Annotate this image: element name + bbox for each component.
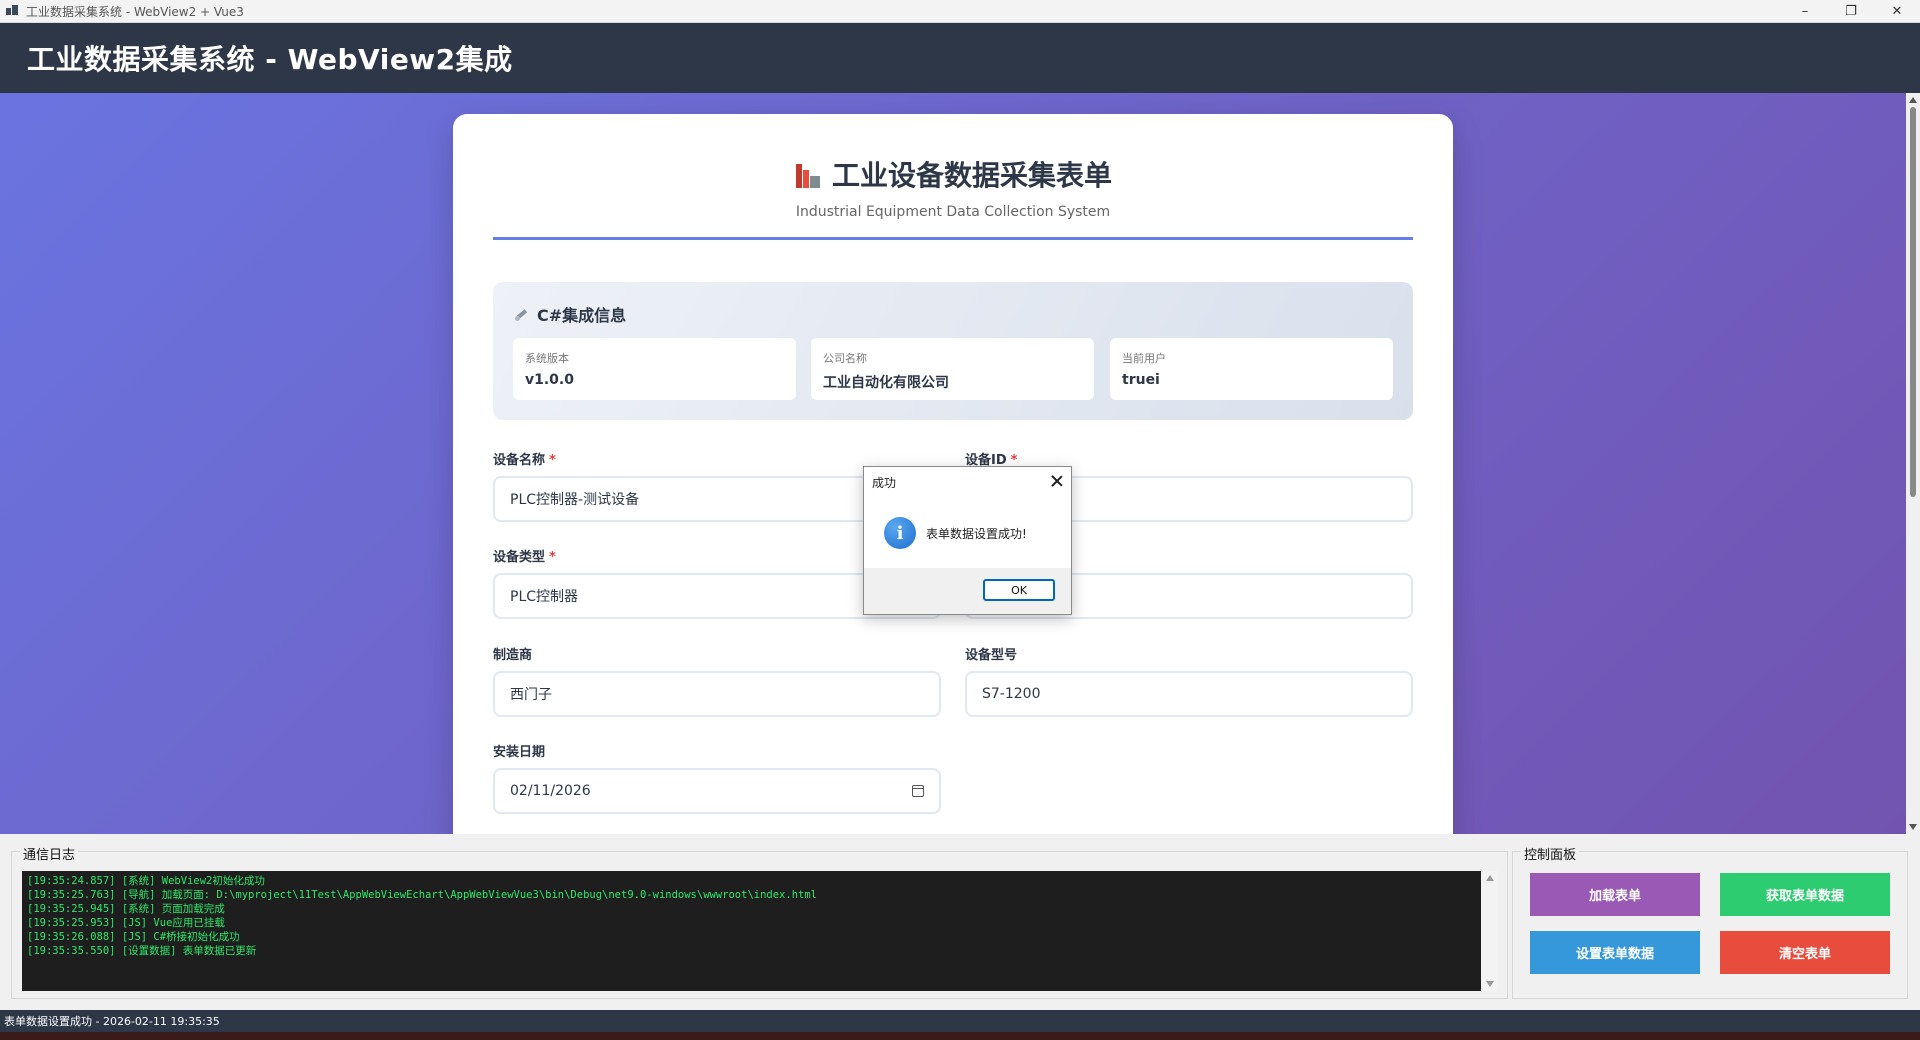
app-header-title: 工业数据采集系统 - WebView2集成: [27, 43, 513, 76]
info-company-name: 公司名称 工业自动化有限公司: [811, 338, 1094, 400]
dialog-body: i 表单数据设置成功!: [864, 497, 1071, 569]
dialog-title: 成功: [872, 475, 897, 490]
window-titlebar: 工业数据采集系统 - WebView2 + Vue3 – ❐ ✕: [0, 0, 1920, 23]
close-window-button[interactable]: ✕: [1874, 0, 1920, 23]
log-line: [19:35:25.763] [导航] 加载页面: D:\myproject\1…: [27, 889, 817, 901]
info-current-user: 当前用户 truei: [1110, 338, 1393, 400]
dialog-message: 表单数据设置成功!: [926, 526, 1027, 541]
info-value: 工业自动化有限公司: [823, 375, 949, 391]
manufacturer-input[interactable]: 西门子: [493, 671, 941, 717]
csharp-info-title-text: C#集成信息: [537, 306, 627, 325]
info-label: 当前用户: [1122, 352, 1166, 365]
satellite-icon: [515, 307, 529, 321]
device-type-label: 设备类型 *: [493, 550, 556, 565]
app-header: 工业数据采集系统 - WebView2集成: [0, 23, 1920, 93]
scroll-thumb[interactable]: [1910, 107, 1916, 497]
log-scroll-up-arrow[interactable]: [1486, 875, 1494, 881]
page-scrollbar[interactable]: [1906, 93, 1920, 834]
log-scrollbar[interactable]: [1481, 871, 1498, 991]
log-line: [19:35:25.945] [系统] 页面加载完成: [27, 903, 225, 915]
csharp-info-panel: C#集成信息 系统版本 v1.0.0 公司名称 工业自动化有限公司 当前用户 t…: [493, 282, 1413, 420]
webview-area: 工业设备数据采集表单 Industrial Equipment Data Col…: [0, 93, 1920, 834]
log-group-label: 通信日志: [20, 844, 79, 863]
log-scroll-down-arrow[interactable]: [1486, 981, 1494, 987]
bottom-strip: [0, 1032, 1920, 1040]
load-form-button[interactable]: 加载表单: [1530, 873, 1700, 916]
clear-form-button[interactable]: 清空表单: [1720, 931, 1890, 974]
form-header-divider: [493, 237, 1413, 240]
form-title-text: 工业设备数据采集表单: [831, 159, 1112, 192]
form-title: 工业设备数据采集表单: [493, 154, 1413, 194]
calendar-icon[interactable]: [912, 785, 924, 797]
model-input[interactable]: S7-1200: [965, 671, 1413, 717]
status-bar: 表单数据设置成功 - 2026-02-11 19:35:35: [0, 1010, 1920, 1032]
info-label: 系统版本: [525, 352, 569, 365]
log-textbox[interactable]: [19:35:24.857] [系统] WebView2初始化成功 [19:35:…: [22, 871, 1498, 991]
maximize-button[interactable]: ❐: [1828, 0, 1874, 23]
factory-icon: [794, 160, 822, 188]
window-title: 工业数据采集系统 - WebView2 + Vue3: [26, 4, 244, 19]
dialog-titlebar: 成功: [864, 467, 1071, 497]
log-line: [19:35:26.088] [JS] C#桥接初始化成功: [27, 931, 240, 943]
control-group-label: 控制面板: [1521, 844, 1580, 863]
info-label: 公司名称: [823, 352, 867, 365]
info-icon: i: [884, 517, 916, 549]
log-line: [19:35:24.857] [系统] WebView2初始化成功: [27, 875, 265, 887]
info-value: v1.0.0: [525, 372, 574, 388]
info-value: truei: [1122, 372, 1160, 388]
dialog-close-icon[interactable]: [1049, 473, 1065, 489]
dialog-footer: OK: [864, 568, 1071, 614]
get-form-data-button[interactable]: 获取表单数据: [1720, 873, 1890, 916]
app-icon: [6, 5, 18, 17]
manufacturer-label: 制造商: [493, 648, 533, 663]
info-system-version: 系统版本 v1.0.0: [513, 338, 796, 400]
log-line: [19:35:25.953] [JS] Vue应用已挂载: [27, 917, 225, 929]
success-dialog: 成功 i 表单数据设置成功! OK: [863, 466, 1072, 615]
scroll-down-arrow[interactable]: [1909, 824, 1917, 830]
device-name-label: 设备名称 *: [493, 453, 556, 468]
window-controls: – ❐ ✕: [1782, 0, 1920, 23]
install-date-label: 安装日期: [493, 745, 546, 760]
csharp-info-title: C#集成信息: [515, 302, 626, 326]
ok-button[interactable]: OK: [983, 579, 1055, 601]
minimize-button[interactable]: –: [1782, 0, 1828, 23]
status-text: 表单数据设置成功 - 2026-02-11 19:35:35: [4, 1015, 220, 1028]
model-label: 设备型号: [965, 648, 1018, 663]
log-line: [19:35:35.550] [设置数据] 表单数据已更新: [27, 945, 257, 957]
set-form-data-button[interactable]: 设置表单数据: [1530, 931, 1700, 974]
form-subtitle: Industrial Equipment Data Collection Sys…: [795, 204, 1111, 220]
bottom-panel: 通信日志 [19:35:24.857] [系统] WebView2初始化成功 [1…: [0, 834, 1920, 1010]
scroll-up-arrow[interactable]: [1909, 97, 1917, 103]
install-date-input[interactable]: 02/11/2026: [493, 768, 941, 814]
form-header: 工业设备数据采集表单 Industrial Equipment Data Col…: [493, 154, 1413, 220]
